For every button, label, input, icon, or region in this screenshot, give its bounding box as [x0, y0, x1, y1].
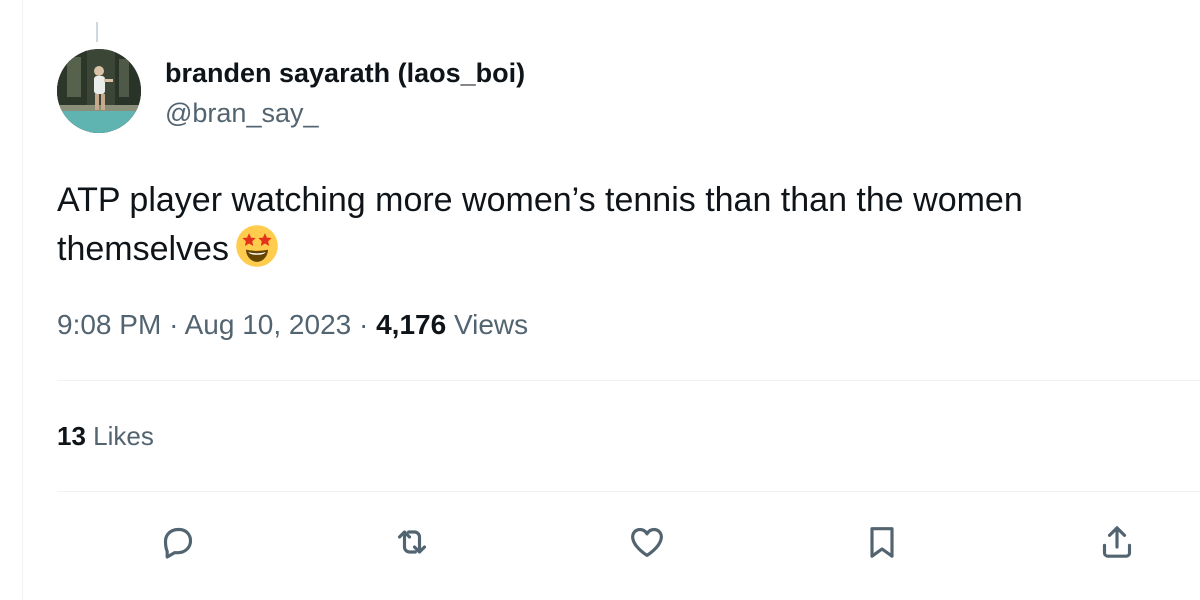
author-handle[interactable]: @bran_say_ — [165, 98, 319, 129]
reply-icon — [163, 527, 193, 559]
star-struck-emoji-icon — [235, 224, 279, 281]
share-button[interactable] — [1095, 520, 1139, 564]
meta-separator: · — [169, 309, 179, 340]
author-display-name[interactable]: branden sayarath (laos_boi) — [165, 58, 525, 89]
tweet-card: branden sayarath (laos_boi) @bran_say_ A… — [0, 0, 1200, 600]
heart-icon — [631, 527, 663, 557]
divider — [57, 491, 1200, 492]
bookmark-icon — [870, 527, 894, 558]
likes-count: 13 — [57, 421, 86, 451]
tweet-time[interactable]: 9:08 PM — [57, 309, 161, 340]
bookmark-button[interactable] — [860, 520, 904, 564]
avatar[interactable] — [57, 49, 141, 133]
views-label: Views — [453, 309, 529, 340]
avatar-photo-icon — [57, 49, 141, 133]
thread-connector-line — [96, 22, 98, 42]
tweet-text: ATP player watching more women’s tennis … — [57, 181, 1023, 268]
tweet-date[interactable]: Aug 10, 2023 — [185, 309, 352, 340]
tweet-meta: 9:08 PM · Aug 10, 2023 · 4,176 Views — [57, 309, 528, 341]
share-icon — [1102, 526, 1132, 558]
retweet-icon — [397, 530, 427, 554]
likes-label: Likes — [93, 421, 154, 451]
like-button[interactable] — [625, 520, 669, 564]
likes-link[interactable]: 13 Likes — [57, 421, 154, 452]
meta-separator: · — [359, 309, 369, 340]
reply-button[interactable] — [156, 520, 200, 564]
views-count: 4,176 — [376, 309, 447, 340]
retweet-button[interactable] — [390, 520, 434, 564]
timeline-border — [22, 0, 23, 600]
tweet-text-container: ATP player watching more women’s tennis … — [57, 176, 1157, 281]
divider — [57, 380, 1200, 381]
